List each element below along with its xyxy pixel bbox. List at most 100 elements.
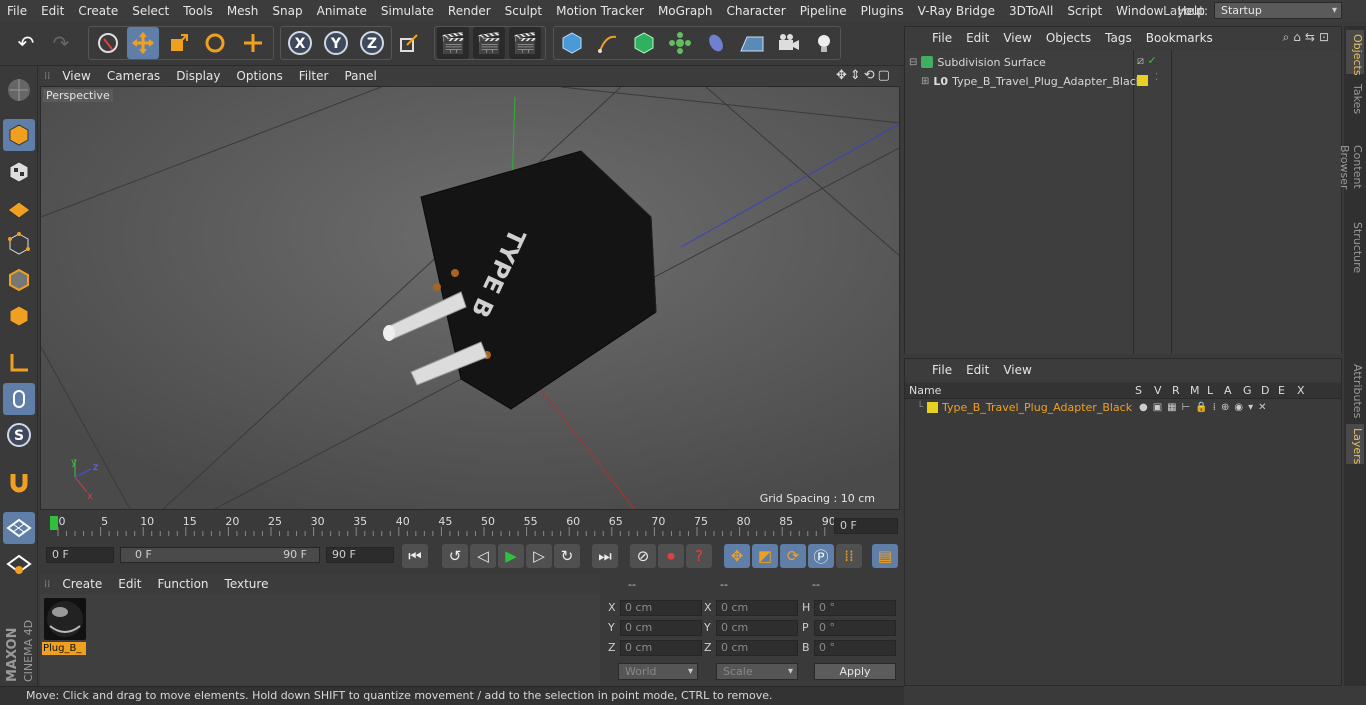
previous-frame-icon[interactable]: ◁ [470,544,496,568]
render-settings-icon[interactable]: 🎬 [509,27,541,59]
viewport-menu-cameras[interactable]: Cameras [99,66,168,86]
menu-window[interactable]: Window [1109,0,1170,22]
object-menu-edit[interactable]: Edit [959,27,996,49]
object-menu-tags[interactable]: Tags [1098,27,1139,49]
tab-attributes[interactable]: Attributes [1346,360,1364,420]
tab-layers[interactable]: Layers [1346,424,1364,464]
play-icon[interactable]: ▶ [498,544,524,568]
go-to-start-icon[interactable]: ⏮ [402,544,428,568]
menu-simulate[interactable]: Simulate [374,0,441,22]
start-frame-field[interactable]: 0 F [46,547,114,563]
locked-workplane-icon[interactable] [3,548,35,580]
coord-value-field[interactable]: 0 cm [716,600,798,616]
layer-column-name[interactable]: Name [909,384,941,397]
menu-plugins[interactable]: Plugins [854,0,911,22]
object-menu-bookmarks[interactable]: Bookmarks [1139,27,1220,49]
object-menu-view[interactable]: View [996,27,1038,49]
edges-mode-icon[interactable] [3,264,35,296]
menu-snap[interactable]: Snap [265,0,309,22]
layer-menu-view[interactable]: View [996,359,1038,381]
layer-column-l[interactable]: L [1207,384,1213,397]
object-row-subdivision[interactable]: ⊟ Subdivision Surface [909,53,1046,71]
layer-column-e[interactable]: E [1278,384,1285,397]
material-name[interactable]: Plug_B_ [42,642,86,655]
render-view-icon[interactable]: 🎬 [437,27,469,59]
layer-color-icon[interactable] [1137,75,1148,86]
transform-icon[interactable] [237,27,269,59]
material-menu-edit[interactable]: Edit [110,574,149,594]
tab-structure[interactable]: Structure [1346,218,1364,274]
layer-column-g[interactable]: G [1243,384,1252,397]
viewport-menu-view[interactable]: View [54,66,98,86]
live-selection-icon[interactable] [92,27,124,59]
visibility-dots-icon[interactable]: ⁚ [1155,72,1158,83]
go-to-end-icon[interactable]: ⏭ [592,544,618,568]
coord-value-field[interactable]: 0 ° [814,620,896,636]
key-position-icon[interactable]: ✥ [724,544,750,568]
tweak-mode-icon[interactable] [3,383,35,415]
layer-column-d[interactable]: D [1261,384,1269,397]
deformer-icon[interactable] [700,27,732,59]
layer-color-icon[interactable] [927,401,939,413]
layer-column-a[interactable]: A [1224,384,1232,397]
y-axis-lock-icon[interactable]: Y [320,27,352,59]
coordinate-mode-dropdown[interactable]: World [618,663,698,680]
camera-icon[interactable] [772,27,804,59]
menu-script[interactable]: Script [1060,0,1109,22]
rotate-icon[interactable] [199,27,231,59]
layer-column-r[interactable]: R [1172,384,1180,397]
pen-spline-icon[interactable] [592,27,624,59]
coordinate-system-icon[interactable] [393,27,425,59]
collapse-icon[interactable]: ⊟ [909,57,917,68]
z-axis-lock-icon[interactable]: Z [356,27,388,59]
timeline-playhead[interactable] [50,516,58,530]
next-key-icon[interactable]: ↻ [554,544,580,568]
layer-column-x[interactable]: X [1297,384,1305,397]
layout-dropdown[interactable]: Startup [1214,2,1342,19]
subdivision-surface-icon[interactable] [628,27,660,59]
viewport-nav-icons[interactable]: ✥⇕⟲▢ [836,68,893,83]
next-frame-icon[interactable]: ▷ [526,544,552,568]
polygons-mode-icon[interactable] [3,300,35,332]
workplane-mode-icon[interactable] [3,192,35,224]
scale-icon[interactable] [163,27,195,59]
expand-icon[interactable]: ⊞ [921,76,929,87]
layer-menu-file[interactable]: File [925,359,959,381]
layer-menu-edit[interactable]: Edit [959,359,996,381]
object-manager-nav-icons[interactable]: ⌕⌂⇆⊡ [1283,30,1333,45]
redo-icon[interactable]: ↷ [45,27,77,59]
object-row-plug[interactable]: ⊞ L0 Type_B_Travel_Plug_Adapter_Black [921,72,1142,90]
coord-value-field[interactable]: 0 cm [716,620,798,636]
viewport-menu-panel[interactable]: Panel [336,66,384,86]
floor-icon[interactable] [736,27,768,59]
menu-mesh[interactable]: Mesh [220,0,266,22]
menu-tools[interactable]: Tools [176,0,220,22]
layer-column-v[interactable]: V [1154,384,1162,397]
menu-3dtoall[interactable]: 3DToAll [1002,0,1060,22]
move-icon[interactable] [127,27,159,59]
coord-value-field[interactable]: 0 cm [716,640,798,656]
menu-v-ray-bridge[interactable]: V-Ray Bridge [911,0,1002,22]
coord-value-field[interactable]: 0 cm [620,600,702,616]
end-frame-field[interactable]: 90 F [326,547,394,563]
solo-icon[interactable]: S [3,419,35,451]
record-disabled-icon[interactable]: ⊘ [630,544,656,568]
material-menu-create[interactable]: Create [54,574,110,594]
viewport-perspective[interactable]: TYPE B y z x Perspective Grid Spacing : … [40,86,900,510]
cloner-icon[interactable] [664,27,696,59]
size-mode-dropdown[interactable]: Scale [716,663,798,680]
menu-render[interactable]: Render [441,0,498,22]
render-to-picture-viewer-icon[interactable]: 🎬 [473,27,505,59]
object-menu-objects[interactable]: Objects [1039,27,1098,49]
menu-create[interactable]: Create [71,0,125,22]
layer-row[interactable]: └ Type_B_Travel_Plug_Adapter_Black ●▣▦⊢🔒… [909,399,1341,415]
current-frame-field[interactable]: 0 F [834,518,898,534]
coord-value-field[interactable]: 0 ° [814,600,896,616]
material-menu-texture[interactable]: Texture [217,574,277,594]
menu-pipeline[interactable]: Pipeline [793,0,854,22]
points-mode-icon[interactable] [3,228,35,260]
layer-flag-icons[interactable]: ●▣▦⊢🔒⁞⊕◉▾✕ [1139,402,1271,413]
viewport-menu-display[interactable]: Display [168,66,228,86]
object-menu-file[interactable]: File [925,27,959,49]
x-axis-lock-icon[interactable]: X [284,27,316,59]
